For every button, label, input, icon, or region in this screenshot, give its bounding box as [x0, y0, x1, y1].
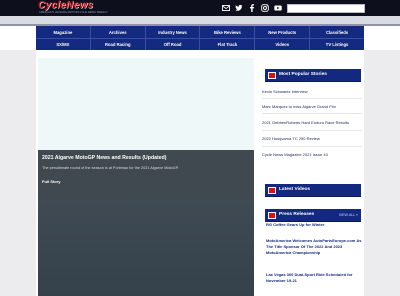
header-band [0, 16, 400, 24]
popular-story-link[interactable]: Kevin Schwantz Interview [262, 89, 308, 94]
logo-tagline: AMERICA'S LEADING MOTORCYCLE NEWS WEEKLY [39, 11, 108, 14]
full-story-link[interactable]: Full Story [42, 179, 60, 184]
main-navigation: Magazine Archives Industry News Bike Rev… [36, 26, 364, 50]
featured-story-lower-image [38, 200, 254, 296]
email-icon[interactable] [222, 4, 230, 12]
nav-item-road-racing[interactable]: Road Racing [91, 39, 146, 50]
most-popular-title: Most Popular Stories [279, 72, 327, 77]
search-box[interactable] [287, 4, 365, 21]
site-logo[interactable]: CycleNews AMERICA'S LEADING MOTORCYCLE N… [36, 0, 108, 15]
nav-item-tv-listings[interactable]: TV Listings [310, 39, 364, 50]
divider [262, 130, 362, 131]
press-release-link[interactable]: MotoAmerica Welcomes AutoPartsEurope.com… [266, 238, 362, 256]
nav-row-secondary: SX/MX Road Racing Off Road Flat Track Vi… [36, 38, 364, 50]
nav-item-archives[interactable]: Archives [91, 26, 146, 38]
latest-videos-title: Latest Videos [279, 187, 311, 192]
divider [262, 98, 362, 99]
section-marker-icon [268, 187, 276, 194]
divider [262, 146, 362, 147]
featured-story-image[interactable] [38, 58, 254, 150]
nav-item-off-road[interactable]: Off Road [146, 39, 201, 50]
press-release-link[interactable]: RG Coffee Gears Up for Winter [266, 222, 362, 228]
featured-story[interactable]: 2021 Algarve MotoGP News and Results (Up… [38, 58, 254, 296]
section-marker-icon [268, 212, 276, 219]
most-popular-header: Most Popular Stories [265, 69, 361, 82]
nav-item-new-products[interactable]: New Products [255, 26, 311, 38]
section-marker-icon [268, 72, 276, 79]
latest-videos-header: Latest Videos [265, 184, 361, 197]
divider [262, 113, 362, 114]
press-releases-title: Press Releases [279, 212, 315, 217]
press-releases-header: Press Releases VIEW ALL » [265, 209, 361, 222]
featured-story-title[interactable]: 2021 Algarve MotoGP News and Results (Up… [42, 155, 167, 161]
youtube-icon[interactable] [274, 4, 282, 12]
featured-story-description: The penultimate round of the season is a… [42, 166, 179, 170]
nav-item-sx-mx[interactable]: SX/MX [36, 39, 91, 50]
nav-item-industry-news[interactable]: Industry News [146, 26, 201, 38]
nav-item-classifieds[interactable]: Classifieds [310, 26, 364, 38]
view-all-link[interactable]: VIEW ALL » [339, 213, 358, 217]
twitter-icon[interactable] [235, 4, 243, 12]
press-release-link[interactable]: Las Vegas 300 Dual-Sport Ride Scheduled … [266, 272, 362, 284]
popular-story-link[interactable]: Cycle News Magazine 2021 Issue 43 [262, 152, 328, 157]
nav-item-flat-track[interactable]: Flat Track [200, 39, 256, 50]
nav-item-magazine[interactable]: Magazine [36, 26, 91, 38]
popular-story-link[interactable]: Marc Marquez to miss Algarve Grand Prix [262, 104, 336, 109]
nav-item-videos[interactable]: Videos [255, 39, 311, 50]
logo-text: CycleNews [38, 0, 94, 11]
popular-story-link[interactable]: 2022 Husqvarna TC 250 Review [262, 136, 320, 141]
nav-item-bike-reviews[interactable]: Bike Reviews [200, 26, 256, 38]
popular-story-link[interactable]: 2021 GebbenRoberts Hard Enduro Race Resu… [262, 120, 349, 125]
facebook-icon[interactable] [248, 4, 256, 12]
instagram-icon[interactable] [261, 4, 269, 12]
nav-row-primary: Magazine Archives Industry News Bike Rev… [36, 26, 364, 38]
